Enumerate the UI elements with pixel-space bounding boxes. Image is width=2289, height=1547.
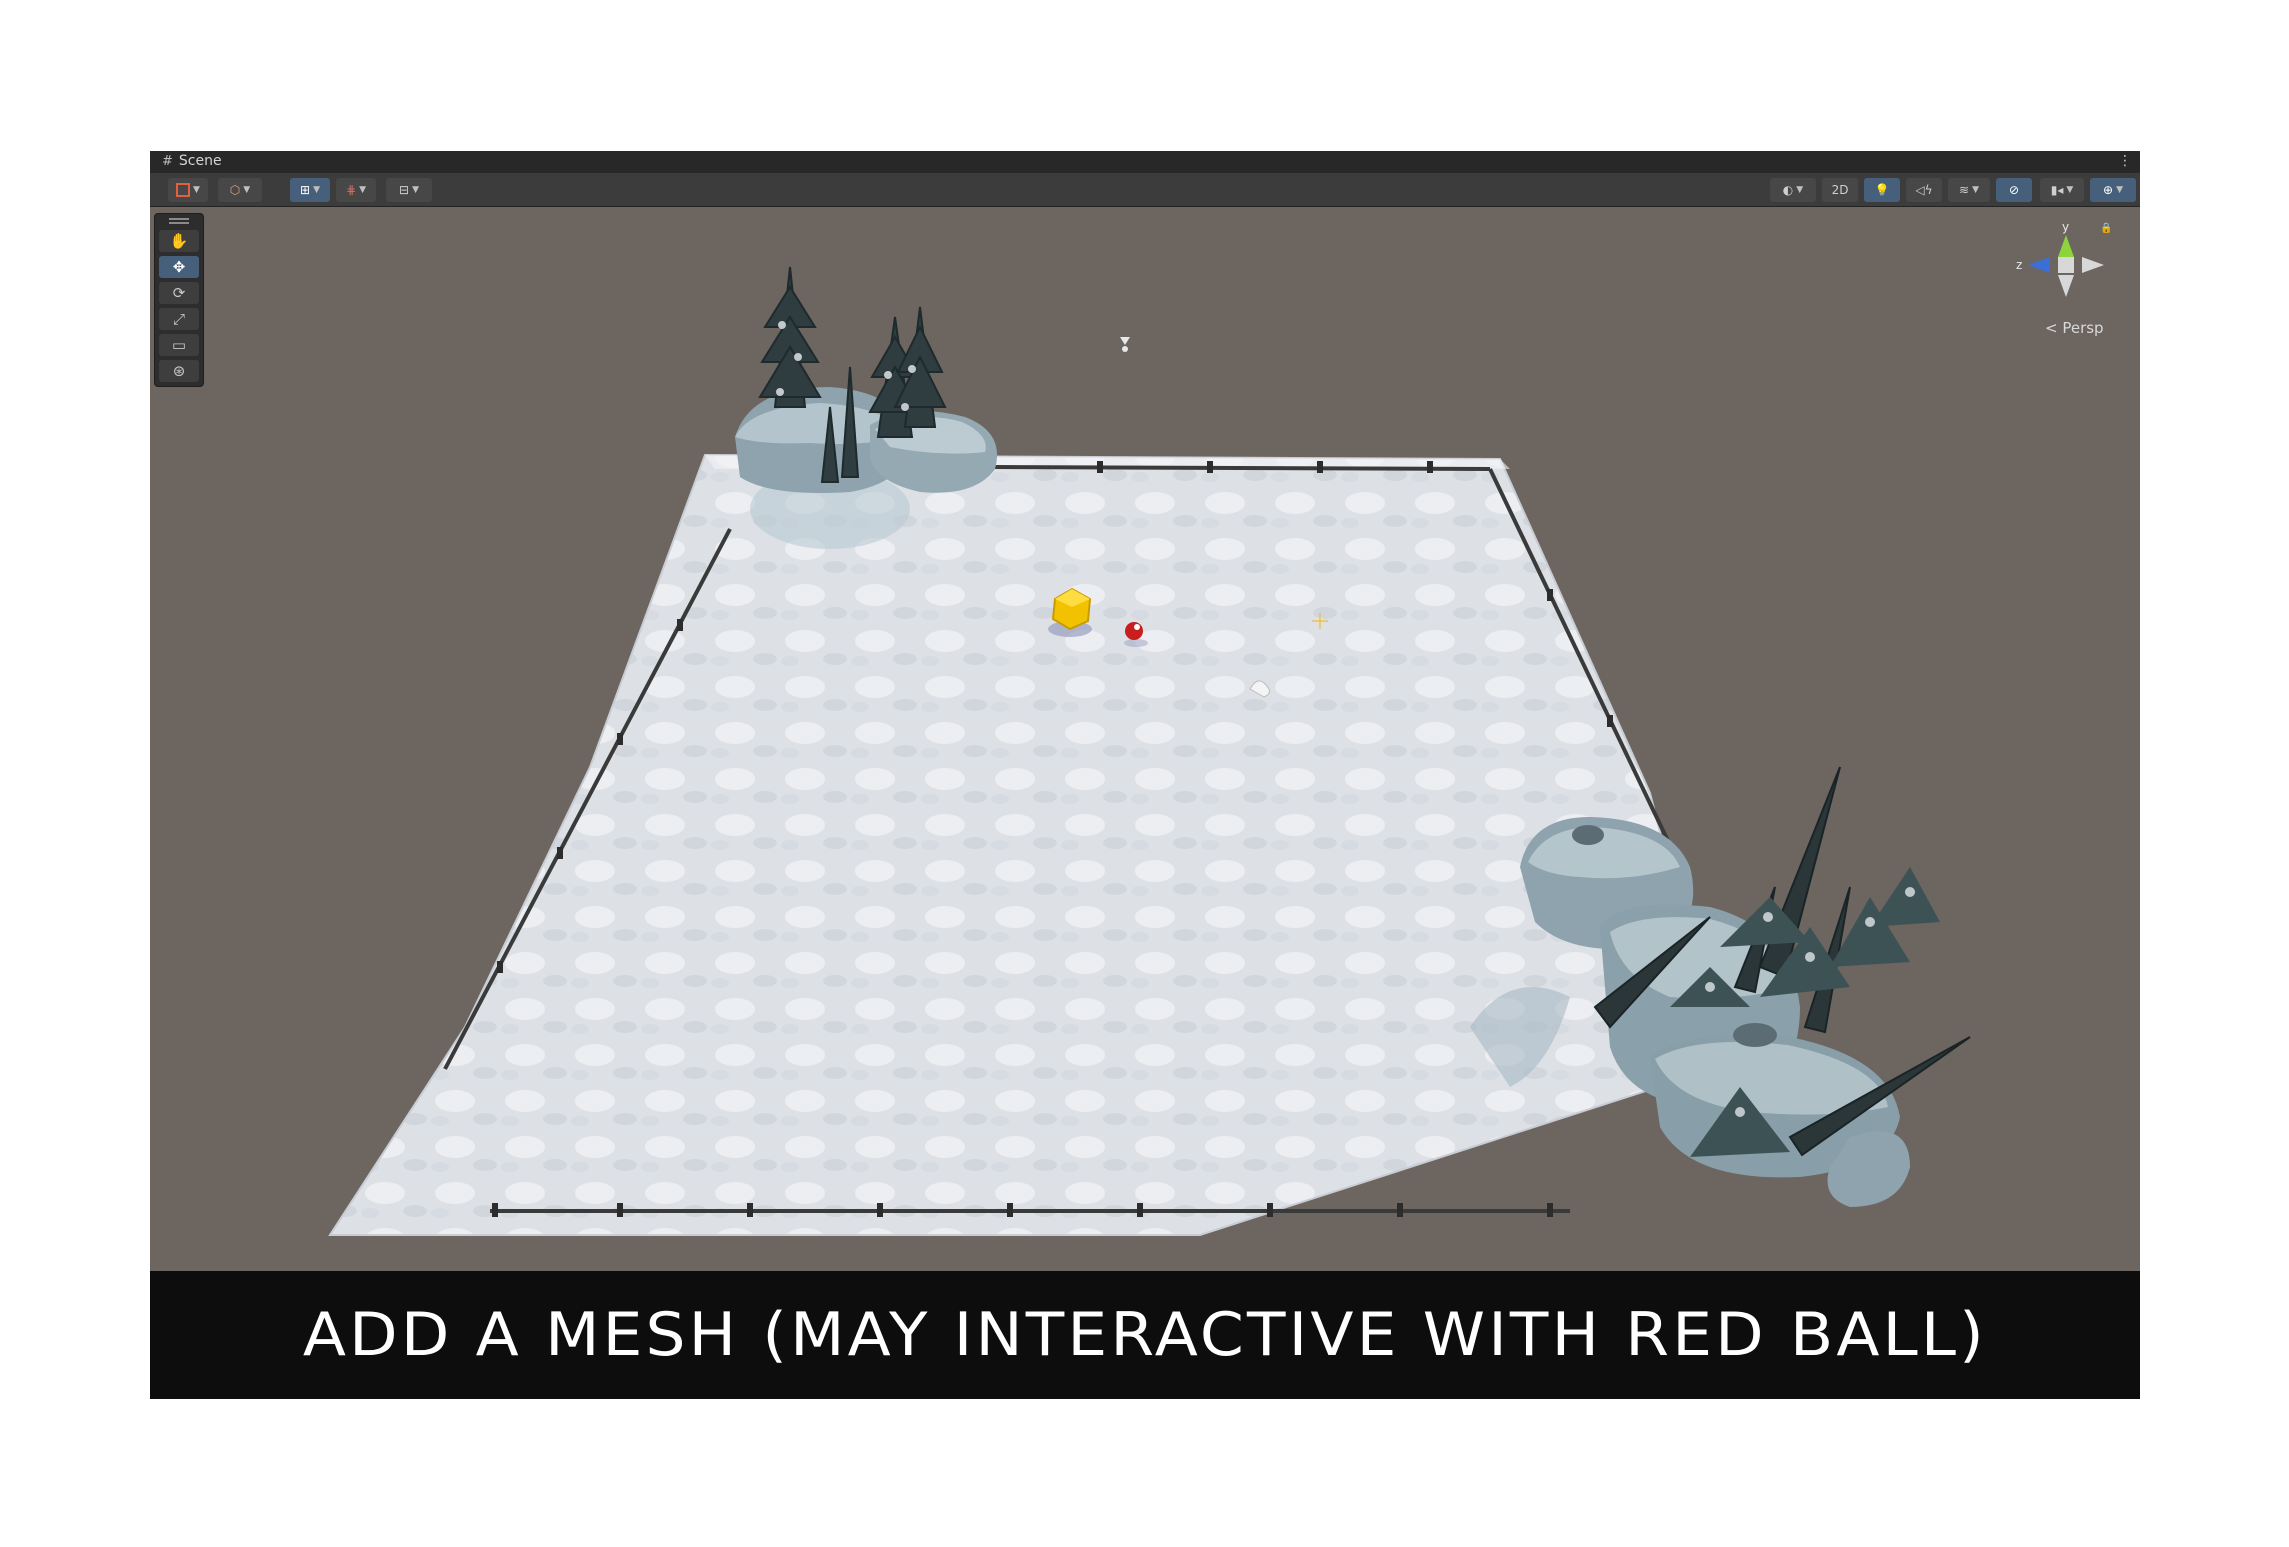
snow-ground-mesh[interactable] bbox=[328, 453, 1722, 1236]
transform-tool[interactable]: ⊛ bbox=[159, 360, 199, 382]
rect-tool-icon: ▭ bbox=[171, 336, 187, 354]
lock-icon[interactable]: 🔒 bbox=[2100, 222, 2112, 234]
align-icon: ⊟ bbox=[399, 183, 410, 197]
toggle-2d-button[interactable]: 2D bbox=[1822, 178, 1858, 202]
move-tool-icon: ✥ bbox=[172, 258, 186, 276]
move-tool[interactable]: ✥ bbox=[159, 256, 199, 278]
visibility-icon: ⊘ bbox=[2008, 183, 2020, 197]
render-mode-icon: ◐ bbox=[1782, 183, 1794, 197]
rotate-tool-icon: ⟳ bbox=[172, 284, 186, 302]
scene-viewport[interactable]: ✋ ✥ ⟳ ⤢ ▭ ⊛ y z 🔒 < Persp bbox=[150, 207, 2140, 1271]
draw-mode-button[interactable]: ▼ bbox=[168, 178, 208, 202]
draw-mode-icon bbox=[176, 183, 191, 197]
caption-text: ADD A MESH (MAY INTERACTIVE WITH RED BAL… bbox=[303, 1300, 1987, 1370]
visibility-toggle[interactable]: ⊘ bbox=[1996, 178, 2032, 202]
tab-bar: # Scene ⋮ bbox=[150, 151, 2140, 173]
scene-tab[interactable]: # Scene bbox=[162, 153, 222, 169]
rotate-tool[interactable]: ⟳ bbox=[159, 282, 199, 304]
camera-icon: ▮◂ bbox=[2050, 183, 2064, 197]
shading-mode-icon: ⬡ bbox=[229, 183, 241, 197]
audio-toggle[interactable]: ◁ϟ bbox=[1906, 178, 1942, 202]
gizmo-z-label: z bbox=[2016, 258, 2022, 272]
tool-palette: ✋ ✥ ⟳ ⤢ ▭ ⊛ bbox=[154, 213, 204, 387]
gizmos-button[interactable]: ⊕ ▼ bbox=[2090, 178, 2136, 202]
scale-tool[interactable]: ⤢ bbox=[159, 308, 199, 330]
kebab-menu-icon[interactable]: ⋮ bbox=[2118, 153, 2132, 169]
grid-snap-icon: ⊞ bbox=[300, 183, 311, 197]
increment-snap-icon: ⋕ bbox=[346, 183, 357, 197]
effects-button[interactable]: ≋ ▼ bbox=[1948, 178, 1990, 202]
scene-toolbar: ▼ ⬡ ▼ ⊞ ▼ ⋕ ▼ ⊟ ▼ ◐ ▼ 2D 💡 ◁ϟ ≋ ▼ ⊘ ▮◂ ▼… bbox=[150, 173, 2140, 207]
gizmos-icon: ⊕ bbox=[2103, 183, 2114, 197]
hand-tool-icon: ✋ bbox=[169, 232, 189, 250]
grid-snap-button[interactable]: ⊞ ▼ bbox=[290, 178, 330, 202]
audio-icon: ◁ϟ bbox=[1915, 183, 1933, 197]
toggle-2d-label: 2D bbox=[1831, 183, 1849, 197]
hand-tool[interactable]: ✋ bbox=[159, 230, 199, 252]
scene-tab-label: Scene bbox=[178, 153, 222, 169]
palette-grip[interactable] bbox=[169, 218, 189, 224]
lighting-toggle[interactable]: 💡 bbox=[1864, 178, 1900, 202]
scale-tool-icon: ⤢ bbox=[172, 310, 185, 328]
camera-button[interactable]: ▮◂ ▼ bbox=[2040, 178, 2084, 202]
increment-snap-button[interactable]: ⋕ ▼ bbox=[336, 178, 376, 202]
transform-tool-icon: ⊛ bbox=[172, 362, 186, 380]
render-mode-button[interactable]: ◐ ▼ bbox=[1770, 178, 1816, 202]
scene-window: # Scene ⋮ ▼ ⬡▼ ⊞▼ ⋕▼ ⊟▼ ◐▼ 2D 💡 ◁ϟ bbox=[150, 151, 2140, 1399]
rect-tool[interactable]: ▭ bbox=[159, 334, 199, 356]
lighting-icon: 💡 bbox=[1874, 183, 1890, 197]
grid-icon: # bbox=[162, 153, 173, 169]
scene-render bbox=[328, 266, 1971, 1236]
shading-mode-button[interactable]: ⬡ ▼ bbox=[218, 178, 262, 202]
camera-icon-scene[interactable] bbox=[1120, 337, 1130, 352]
caption-bar: ADD A MESH (MAY INTERACTIVE WITH RED BAL… bbox=[150, 1271, 2140, 1399]
align-button[interactable]: ⊟ ▼ bbox=[386, 178, 432, 202]
persp-label[interactable]: < Persp bbox=[2045, 319, 2104, 337]
gizmo-y-label: y bbox=[2062, 220, 2069, 234]
effects-icon: ≋ bbox=[1959, 183, 1970, 197]
